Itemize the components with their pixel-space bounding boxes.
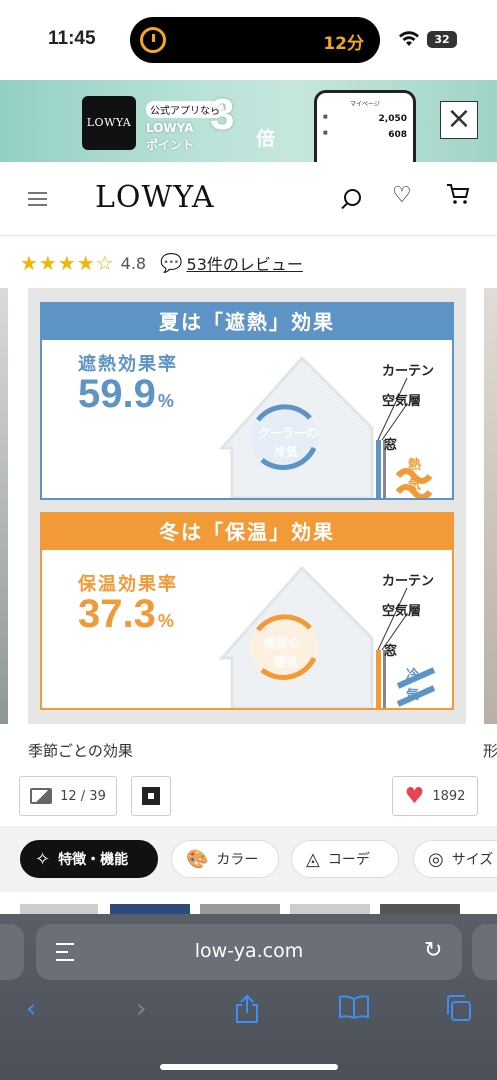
winter-rate-unit: %	[157, 611, 174, 631]
thumbnail[interactable]	[290, 904, 370, 914]
bookmarks-icon[interactable]	[338, 994, 370, 1027]
url-text[interactable]: low-ya.com	[36, 940, 462, 962]
image-icon	[30, 788, 53, 804]
tab-coordinate-label: コーデ	[327, 852, 370, 868]
winter-center-line2: 暖気	[274, 655, 299, 669]
tab-features-label: 特徴・機能	[58, 852, 129, 868]
next-slide-caption: 形	[483, 742, 497, 760]
tab-size-label: サイズ	[451, 852, 494, 868]
carousel-slide[interactable]: 夏は「遮熱」効果 遮熱効果率 59.9% クーラーの 冷気 カーテン 空気層 窓…	[28, 288, 466, 724]
tab-color-label: カラー	[216, 852, 259, 868]
site-header: LOWYA ♡	[0, 162, 497, 236]
slide-caption: 季節ごとの効果	[28, 742, 133, 760]
tab-features[interactable]: ✧ 特徴・機能	[20, 840, 158, 878]
qr-code-icon	[142, 787, 160, 805]
status-bar: 11:45 12分 32	[0, 0, 497, 80]
tab-coordinate[interactable]: ◬ コーデ	[291, 840, 399, 878]
winter-label-outside1: 冷	[406, 668, 420, 683]
product-rating: ★★★★☆ 4.8 💬 53件のレビュー	[20, 250, 303, 276]
image-counter: 12 / 39	[60, 788, 106, 804]
banner-background	[0, 80, 497, 162]
summer-heading: 夏は「遮熱」効果	[42, 304, 452, 340]
palette-icon: 🎨	[186, 848, 209, 870]
phone-value-2: 608	[388, 130, 407, 140]
phone-value-1: 2,050	[378, 114, 407, 124]
phone-row-2: ■	[323, 130, 328, 136]
summer-label-curtain: カーテン	[382, 364, 435, 379]
forward-icon[interactable]: ›	[136, 994, 146, 1024]
winter-label-outside2: 気	[406, 688, 420, 703]
winter-center-line1: 暖房の	[264, 636, 301, 650]
phone-title: マイページ	[350, 101, 380, 108]
speech-bubble-icon: 💬	[160, 252, 183, 274]
size-icon: ◎	[428, 848, 444, 870]
winter-label-curtain: カーテン	[382, 574, 435, 589]
summer-rate-value: 59.9%	[78, 372, 174, 417]
sparkle-icon: ✧	[35, 848, 51, 870]
shapes-icon: ◬	[306, 848, 320, 870]
winter-rate-value: 37.3%	[78, 592, 174, 637]
like-count: 1892	[432, 788, 466, 804]
tabs-icon[interactable]	[444, 994, 472, 1029]
summer-rate-unit: %	[157, 391, 174, 411]
share-icon[interactable]	[234, 994, 260, 1031]
banner-multiplier: 3	[210, 90, 235, 139]
reviews-link[interactable]: 53件のレビュー	[187, 251, 303, 275]
qr-code-button[interactable]	[131, 776, 171, 816]
address-bar[interactable]: low-ya.com ↻	[36, 924, 462, 980]
summer-rate-number: 59.9	[78, 372, 156, 416]
banner-logo: LOWYA	[82, 96, 136, 150]
app-promo-banner[interactable]	[0, 80, 497, 162]
winter-label-window: 窓	[384, 644, 398, 659]
winter-label-air: 空気層	[382, 604, 422, 619]
dynamic-island[interactable]: 12分	[130, 17, 380, 63]
tab-size[interactable]: ◎ サイズ	[413, 840, 497, 878]
summer-label-outside1: 熱	[408, 458, 422, 473]
timer-icon	[140, 27, 166, 53]
previous-tab-peek[interactable]	[0, 924, 24, 980]
winter-rate-number: 37.3	[78, 592, 156, 636]
hamburger-menu-icon[interactable]	[28, 192, 47, 206]
thumbnail[interactable]	[20, 904, 98, 914]
winter-panel: 冬は「保温」効果 保温効果率 37.3% 暖房の 暖気 カーテン 空気層 窓 冷…	[40, 512, 454, 710]
battery-icon: 32	[427, 31, 457, 48]
thumbnail[interactable]	[380, 904, 460, 914]
thumbnail[interactable]	[110, 904, 190, 914]
summer-center-line1: クーラーの	[258, 426, 319, 440]
timer-remaining: 12分	[323, 34, 364, 54]
tab-color[interactable]: 🎨 カラー	[171, 840, 279, 878]
product-image-carousel[interactable]: 夏は「遮熱」効果 遮熱効果率 59.9% クーラーの 冷気 カーテン 空気層 窓…	[0, 288, 497, 726]
banner-close-button[interactable]: ×	[440, 101, 478, 139]
image-list-button[interactable]: 12 / 39	[19, 776, 117, 816]
reload-icon[interactable]: ↻	[424, 938, 442, 963]
summer-center-line2: 冷気	[274, 445, 299, 459]
back-icon[interactable]: ‹	[26, 994, 36, 1024]
summer-label-outside2: 気	[408, 478, 422, 493]
next-tab-peek[interactable]	[472, 924, 497, 980]
banner-multiplier-unit: 倍	[256, 128, 276, 150]
banner-points-line2: ポイント	[146, 138, 195, 152]
wifi-icon	[398, 31, 420, 52]
cart-icon[interactable]	[446, 183, 470, 211]
banner-phone-mockup: マイページ ■ 2,050 ■ 608	[314, 90, 416, 162]
browser-toolbar: low-ya.com ↻ ‹ ›	[0, 914, 497, 1080]
favorites-heart-icon[interactable]: ♡	[392, 183, 412, 208]
summer-panel: 夏は「遮熱」効果 遮熱効果率 59.9% クーラーの 冷気 カーテン 空気層 窓…	[40, 302, 454, 500]
summer-label-air: 空気層	[382, 394, 422, 409]
heart-icon: ♥	[404, 783, 425, 809]
phone-row-1: ■	[323, 114, 328, 120]
home-indicator	[160, 1064, 338, 1070]
summer-label-window: 窓	[384, 438, 398, 453]
like-button[interactable]: ♥ 1892	[392, 776, 478, 816]
search-icon[interactable]	[344, 189, 361, 206]
next-slide-peek[interactable]	[484, 288, 497, 724]
winter-heading: 冬は「保温」効果	[42, 514, 452, 550]
rating-score: 4.8	[120, 253, 147, 273]
previous-slide-peek[interactable]	[0, 288, 8, 724]
thumbnail-strip	[0, 892, 497, 914]
thumbnail[interactable]	[200, 904, 280, 914]
status-time: 11:45	[48, 28, 96, 49]
site-logo[interactable]: LOWYA	[95, 180, 215, 215]
rating-stars: ★★★★☆	[20, 251, 115, 275]
